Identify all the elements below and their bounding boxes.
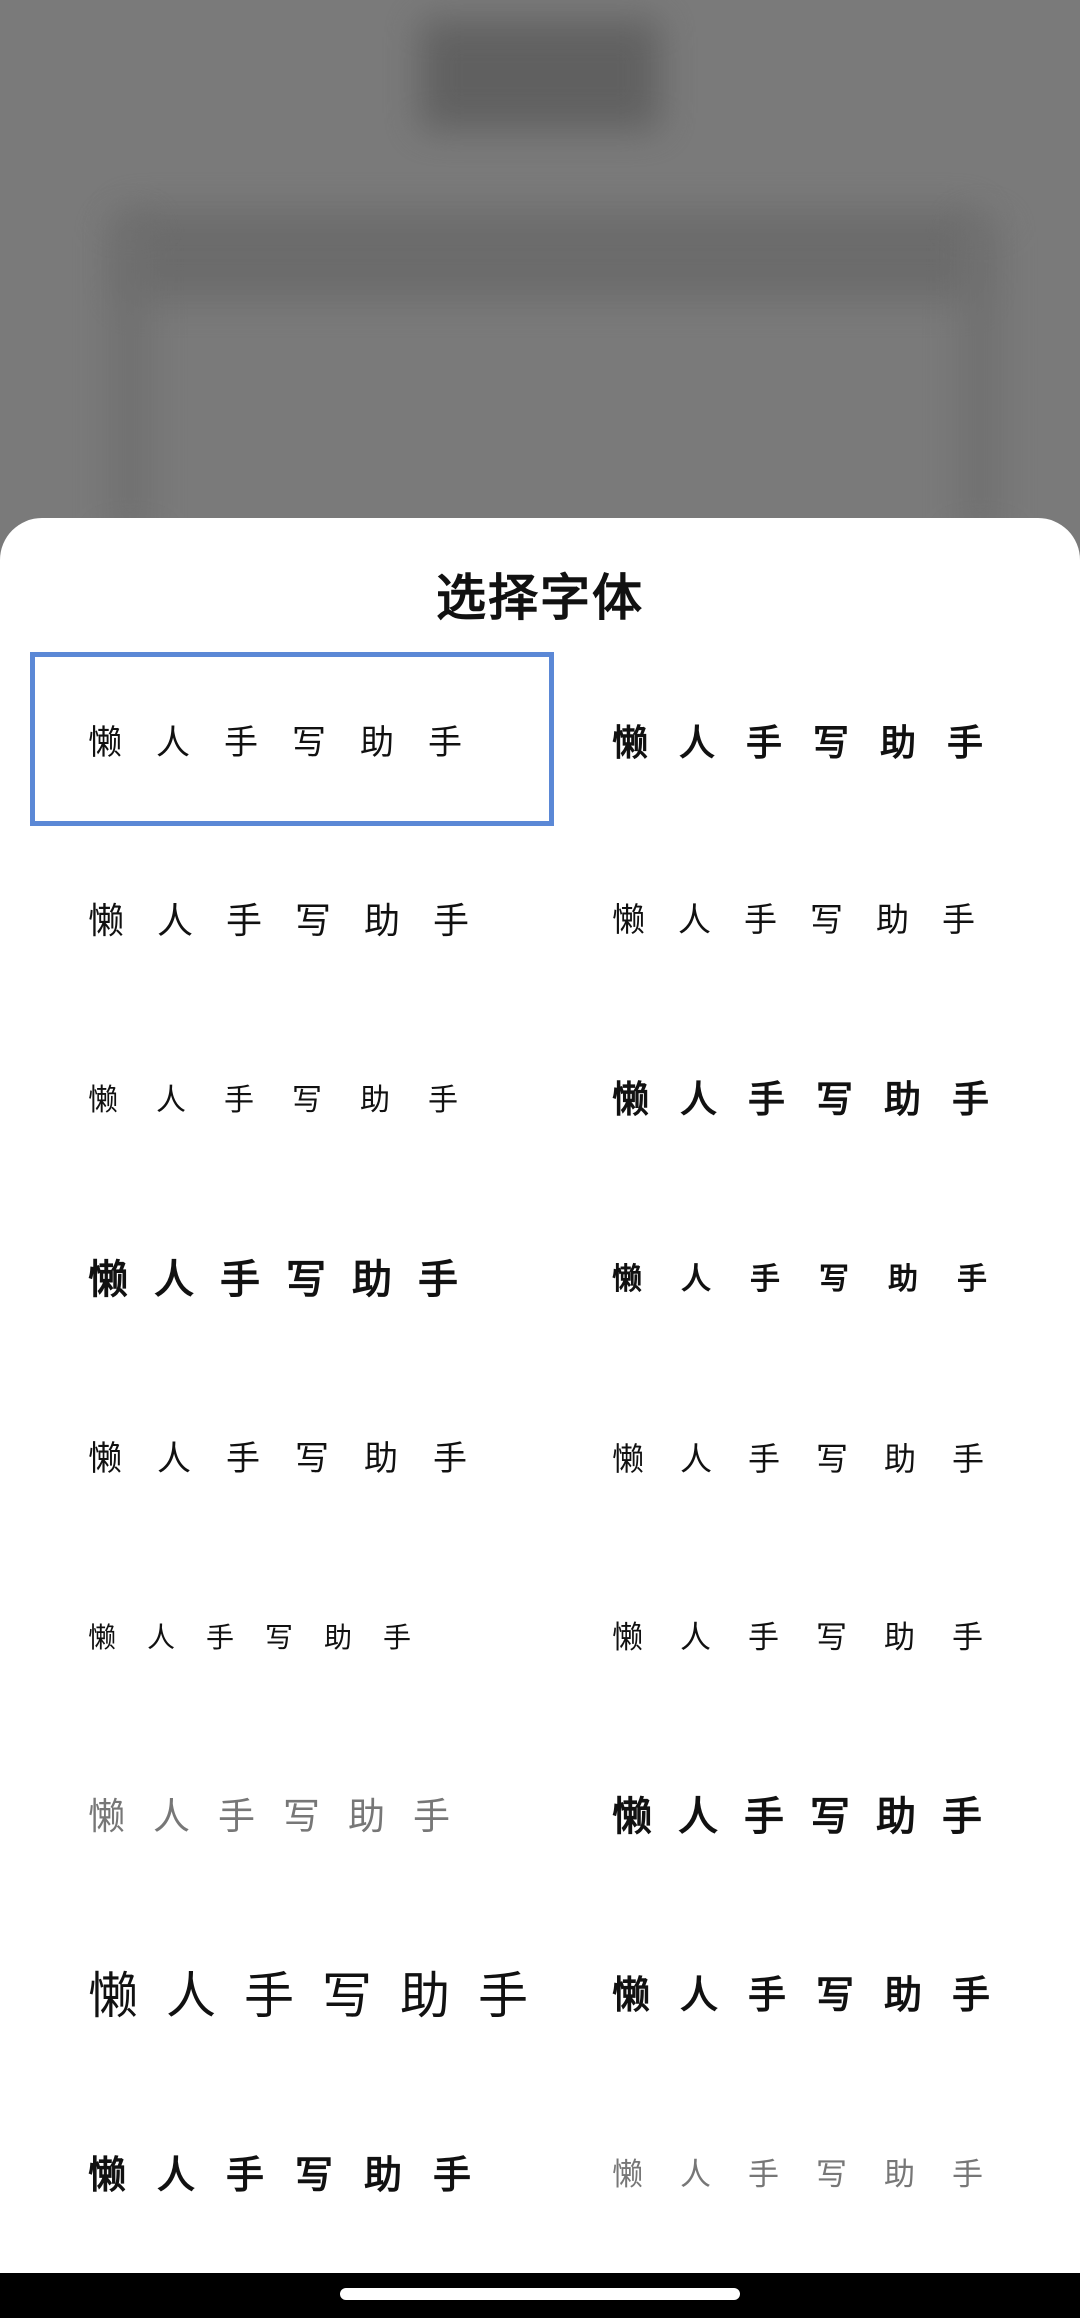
font-option-12[interactable]: 懒人手写助手 bbox=[0, 1548, 1080, 1727]
font-option-18[interactable]: 懒人手写助手 bbox=[0, 2085, 1080, 2264]
home-indicator[interactable] bbox=[340, 2288, 740, 2300]
font-sample: 懒人手写助手 bbox=[612, 1974, 1021, 2017]
font-sample: 懒人手写助手 bbox=[612, 1620, 1020, 1655]
sheet-title: 选择字体 bbox=[436, 569, 644, 627]
font-picker-sheet: 选择字体 懒人手写助手 懒人手写助手 懒人手写助手 懒人手写助手 懒人手写助手 … bbox=[0, 518, 1080, 2273]
font-option-4[interactable]: 懒人手写助手 bbox=[0, 832, 1080, 1011]
font-sample: 懒人手写助手 bbox=[612, 1793, 1008, 1839]
font-option-6[interactable]: 懒人手写助手 bbox=[0, 1011, 1080, 1190]
blurred-left-edge bbox=[110, 220, 150, 540]
font-option-14[interactable]: 懒人手写助手 bbox=[0, 1727, 1080, 1906]
font-option-16[interactable]: 懒人手写助手 bbox=[0, 1906, 1080, 2085]
font-sample: 懒人手写助手 bbox=[612, 2157, 1020, 2192]
font-sample: 懒人手写助手 bbox=[612, 1440, 1021, 1477]
font-grid: 懒人手写助手 懒人手写助手 懒人手写助手 懒人手写助手 懒人手写助手 懒人手写助… bbox=[0, 653, 1080, 2273]
blurred-right-edge bbox=[960, 220, 1000, 540]
font-option-10[interactable]: 懒人手写助手 bbox=[0, 1369, 1080, 1548]
font-sample: 懒人手写助手 bbox=[612, 1262, 1026, 1296]
blurred-header bbox=[420, 20, 660, 130]
font-option-8[interactable]: 懒人手写助手 bbox=[0, 1190, 1080, 1369]
font-sample: 懒人手写助手 bbox=[612, 722, 1015, 763]
system-navigation-bar bbox=[0, 2273, 1080, 2318]
font-option-2[interactable]: 懒人手写助手 bbox=[0, 653, 1080, 832]
font-sample: 懒人手写助手 bbox=[612, 903, 1008, 939]
screen: 选择字体 懒人手写助手 懒人手写助手 懒人手写助手 懒人手写助手 懒人手写助手 … bbox=[0, 0, 1080, 2318]
font-sample: 懒人手写助手 bbox=[612, 1080, 1020, 1121]
blurred-content-bar bbox=[120, 210, 980, 300]
blurred-background[interactable] bbox=[0, 0, 1080, 560]
